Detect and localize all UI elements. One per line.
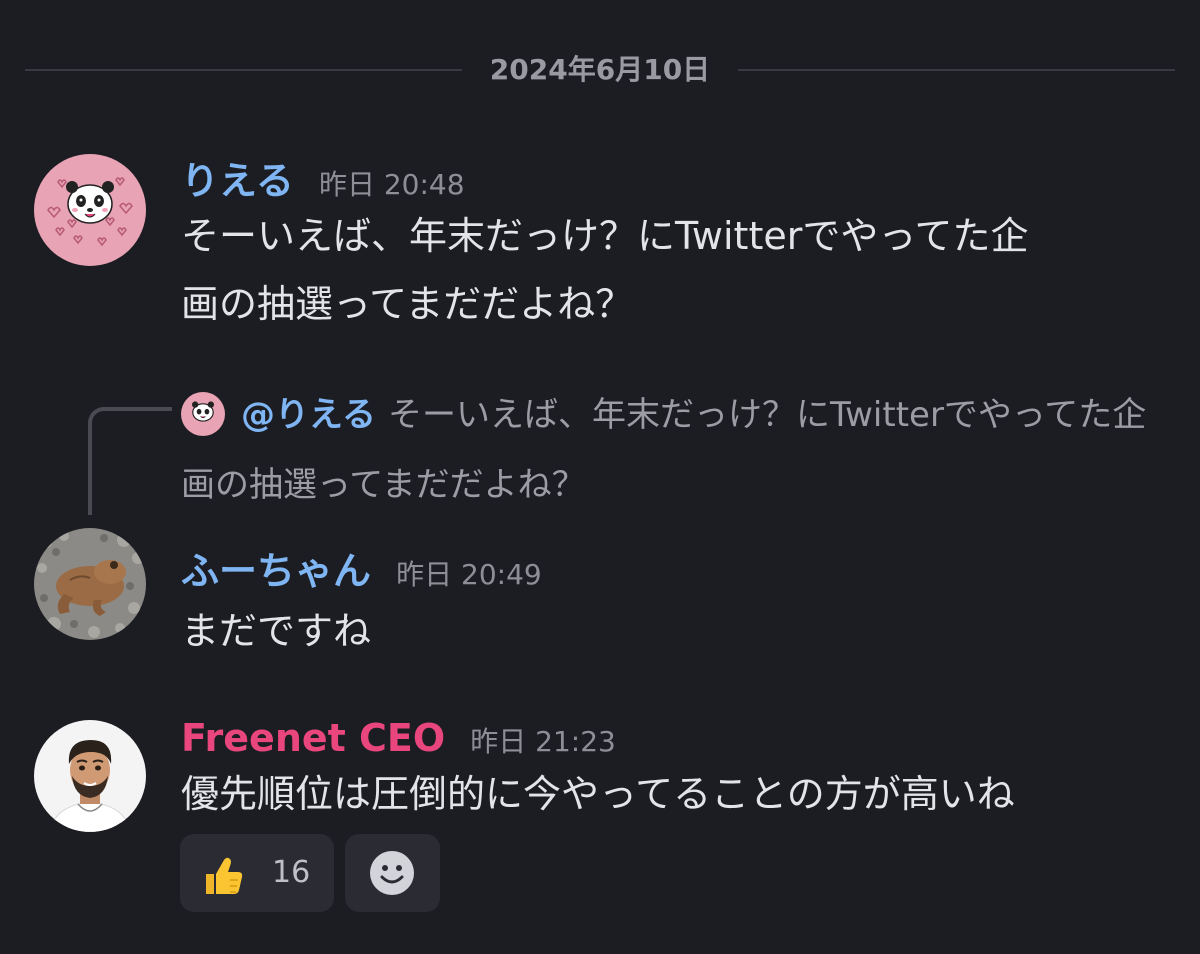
divider-line-right	[738, 69, 1175, 71]
message-line: 画の抽選ってまだだよね？	[181, 282, 634, 326]
smiley-icon	[370, 851, 414, 895]
reply-preview[interactable]: @りえる そーいえば、年末だっけ？にTwitterでやってた企画の抽選ってまだだよ…	[181, 380, 1171, 520]
avatar-panda-icon[interactable]	[34, 154, 146, 266]
message-line: まだですね	[181, 609, 372, 653]
message-text: そーいえば、年末だっけ？にTwitterでやってた企 画の抽選ってまだだよね？	[181, 202, 1181, 338]
avatar-man-icon[interactable]	[34, 720, 146, 832]
message-header: Freenet CEO 昨日 21:23	[181, 716, 616, 766]
message-header: ふーちゃん 昨日 20:49	[181, 540, 542, 593]
message-line: そーいえば、年末だっけ？にTwitterでやってた企	[181, 214, 1029, 258]
timestamp: 昨日 20:49	[396, 558, 542, 591]
timestamp: 昨日 20:48	[318, 168, 465, 201]
message-header: りえる 昨日 20:48	[181, 150, 465, 203]
add-reaction-button[interactable]	[345, 834, 440, 912]
username[interactable]: Freenet CEO	[181, 716, 445, 760]
reply-connector	[88, 407, 172, 515]
divider-date: 2024年6月10日	[489, 53, 711, 86]
message-line: 優先順位は圧倒的に今やってることの方が高いね	[181, 772, 1015, 816]
reaction-thumbs-up[interactable]: 16	[180, 834, 334, 912]
avatar-frog-icon[interactable]	[34, 528, 146, 640]
divider-line-left	[25, 69, 462, 71]
timestamp: 昨日 21:23	[470, 725, 616, 758]
username[interactable]: りえる	[181, 159, 294, 203]
thumbs-up-icon	[206, 857, 243, 894]
message-text: 優先順位は圧倒的に今やってることの方が高いね	[181, 760, 1181, 828]
username[interactable]: ふーちゃん	[181, 549, 371, 593]
message-text: まだですね	[181, 597, 1181, 665]
reaction-count: 16	[272, 855, 311, 890]
reply-mention[interactable]: @りえる	[241, 395, 376, 435]
date-divider: 2024年6月10日	[25, 50, 1175, 90]
